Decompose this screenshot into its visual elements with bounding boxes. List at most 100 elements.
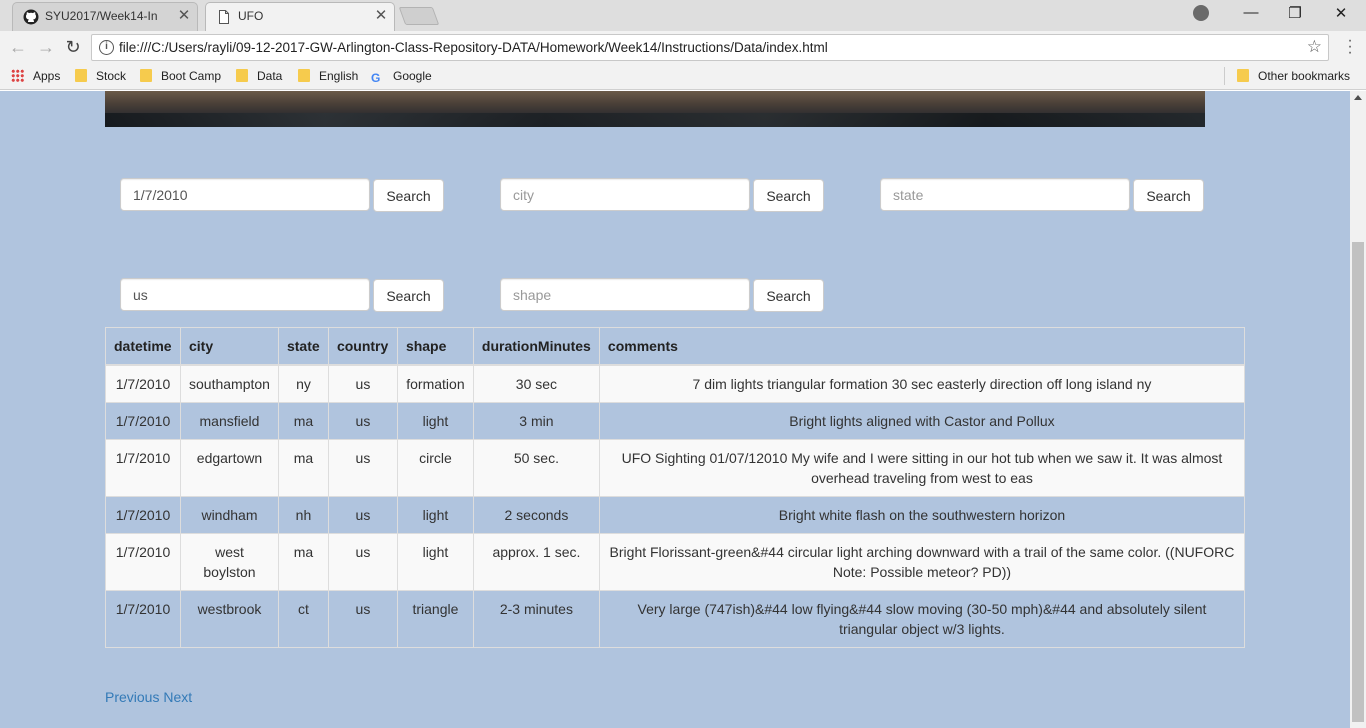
minimize-icon[interactable]: — [1236, 4, 1266, 21]
table-row: 1/7/2010 southampton ny us formation 30 … [105, 364, 1246, 403]
city-input[interactable] [500, 178, 750, 211]
close-tab-icon[interactable]: ✕ [374, 7, 388, 25]
bookmark-apps[interactable]: Apps [11, 68, 60, 84]
cell-city: mansfield [179, 402, 279, 440]
folder-icon [75, 69, 87, 82]
info-icon[interactable]: i [99, 40, 114, 55]
github-icon [23, 9, 39, 25]
cell-shape: light [396, 533, 474, 591]
header-city[interactable]: city [179, 327, 279, 366]
cell-country: us [327, 533, 398, 591]
state-search-button[interactable]: Search [1133, 179, 1204, 212]
date-filter: Search [120, 178, 444, 212]
folder-icon [298, 69, 310, 82]
bookmark-google[interactable]: G Google [371, 68, 432, 85]
url-text[interactable]: file:///C:/Users/rayli/09-12-2017-GW-Arl… [119, 40, 828, 55]
date-search-button[interactable]: Search [373, 179, 444, 212]
cell-state: ma [277, 402, 329, 440]
cell-comments: UFO Sighting 01/07/12010 My wife and I w… [598, 439, 1246, 497]
close-window-icon[interactable]: ✕ [1326, 4, 1356, 22]
cell-city: westbrook [179, 590, 279, 648]
forward-icon[interactable]: → [36, 37, 56, 57]
bookmark-data[interactable]: Data [236, 68, 282, 84]
next-link[interactable]: Next [163, 689, 192, 705]
cell-duration: 2 seconds [472, 496, 600, 534]
profile-icon[interactable] [1193, 5, 1209, 21]
cell-duration: 50 sec. [472, 439, 600, 497]
folder-icon [1237, 69, 1249, 82]
bookmark-other[interactable]: Other bookmarks [1237, 68, 1350, 84]
cell-city: windham [179, 496, 279, 534]
cell-state: ma [277, 439, 329, 497]
apps-icon [11, 69, 24, 82]
header-duration[interactable]: durationMinutes [472, 327, 600, 366]
shape-input[interactable] [500, 278, 750, 311]
header-banner-image [105, 91, 1205, 127]
city-search-button[interactable]: Search [753, 179, 824, 212]
header-shape[interactable]: shape [396, 327, 474, 366]
restore-icon[interactable]: ❐ [1280, 4, 1310, 22]
cell-country: us [327, 590, 398, 648]
scroll-up-arrow-icon[interactable] [1354, 95, 1362, 100]
country-input[interactable] [120, 278, 370, 311]
google-icon: G [371, 71, 381, 85]
cell-shape: light [396, 402, 474, 440]
country-filter: Search [120, 278, 444, 312]
state-input[interactable] [880, 178, 1130, 211]
cell-city: edgartown [179, 439, 279, 497]
cell-duration: 2-3 minutes [472, 590, 600, 648]
cell-comments: Bright lights aligned with Castor and Po… [598, 402, 1246, 440]
tab-label: UFO [238, 9, 264, 23]
table-row: 1/7/2010 windham nh us light 2 seconds B… [105, 496, 1246, 534]
header-comments[interactable]: comments [598, 327, 1246, 366]
back-icon[interactable]: ← [8, 37, 28, 57]
cell-shape: formation [396, 364, 474, 403]
header-country[interactable]: country [327, 327, 398, 366]
menu-icon[interactable]: · · · [1344, 33, 1356, 61]
vertical-scrollbar[interactable] [1350, 91, 1366, 728]
tab-ufo[interactable]: UFO ✕ [205, 2, 395, 31]
cell-state: ny [277, 364, 329, 403]
cell-duration: 30 sec [472, 364, 600, 403]
cell-datetime: 1/7/2010 [105, 533, 181, 591]
ufo-table: datetime city state country shape durati… [105, 327, 1246, 648]
address-bar[interactable]: i file:///C:/Users/rayli/09-12-2017-GW-A… [91, 34, 1329, 61]
cell-comments: Very large (747ish)&#44 low flying&#44 s… [598, 590, 1246, 648]
state-filter: Search [880, 178, 1204, 212]
folder-icon [236, 69, 248, 82]
reload-icon[interactable]: ↻ [63, 37, 83, 57]
shape-search-button[interactable]: Search [753, 279, 824, 312]
cell-shape: light [396, 496, 474, 534]
new-tab-button[interactable] [398, 7, 440, 25]
cell-datetime: 1/7/2010 [105, 364, 181, 403]
previous-link[interactable]: Previous [105, 689, 159, 705]
bookmark-boot-camp[interactable]: Boot Camp [140, 68, 221, 84]
date-input[interactable] [120, 178, 370, 211]
browser-toolbar: ← → ↻ i file:///C:/Users/rayli/09-12-201… [0, 31, 1366, 63]
cell-duration: approx. 1 sec. [472, 533, 600, 591]
folder-icon [140, 69, 152, 82]
tab-strip: SYU2017/Week14-Interac ✕ UFO ✕ — ❐ ✕ [0, 0, 1366, 31]
shape-filter: Search [500, 278, 824, 312]
cell-country: us [327, 402, 398, 440]
bookmark-english[interactable]: English [298, 68, 358, 84]
scroll-thumb[interactable] [1352, 242, 1364, 722]
cell-shape: triangle [396, 590, 474, 648]
cell-city: west boylston [179, 533, 279, 591]
page-icon [219, 10, 229, 24]
bookmark-star-icon[interactable]: ☆ [1307, 37, 1322, 57]
tab-github[interactable]: SYU2017/Week14-Interac ✕ [12, 2, 198, 31]
header-datetime[interactable]: datetime [105, 327, 181, 366]
city-filter: Search [500, 178, 824, 212]
cell-country: us [327, 364, 398, 403]
close-tab-icon[interactable]: ✕ [177, 7, 191, 25]
pagination: Previous Next [105, 689, 192, 705]
cell-country: us [327, 439, 398, 497]
country-search-button[interactable]: Search [373, 279, 444, 312]
bookmark-stock[interactable]: Stock [75, 68, 126, 84]
header-state[interactable]: state [277, 327, 329, 366]
bookmarks-bar: Apps Stock Boot Camp Data English G Googl… [0, 63, 1366, 90]
tab-label: SYU2017/Week14-Interac [45, 9, 157, 23]
cell-duration: 3 min [472, 402, 600, 440]
table-row: 1/7/2010 edgartown ma us circle 50 sec. … [105, 439, 1246, 497]
